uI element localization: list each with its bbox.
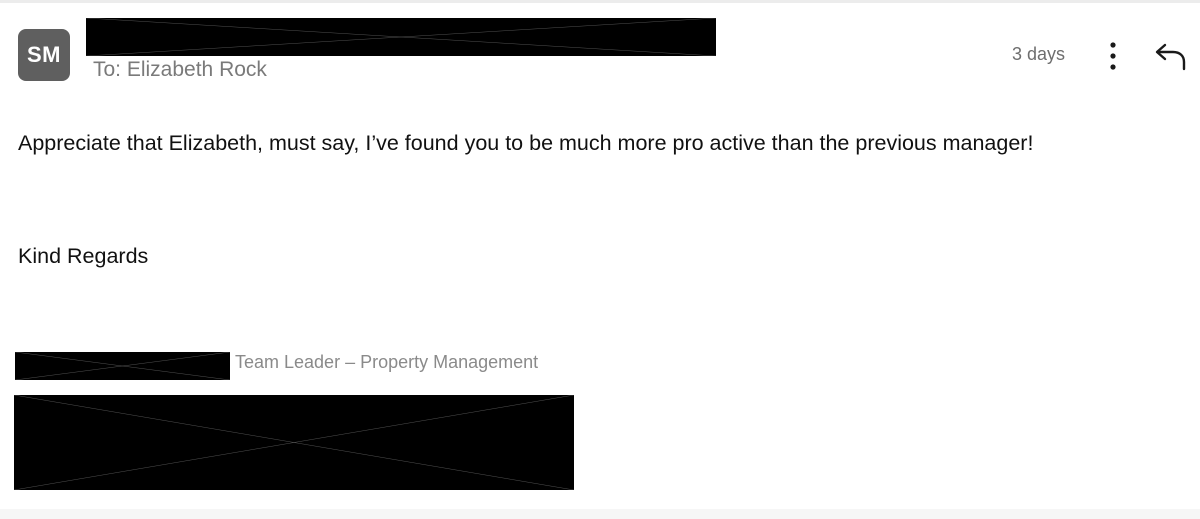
- avatar-initials: SM: [27, 42, 61, 67]
- message-signoff: Kind Regards: [18, 244, 149, 268]
- message-date: 3 days: [1012, 44, 1066, 64]
- more-options-button[interactable]: [1100, 38, 1126, 74]
- sender-avatar[interactable]: SM: [18, 29, 70, 81]
- redacted-sender-name: [86, 18, 716, 56]
- redacted-signature-name: [15, 352, 230, 380]
- more-vertical-icon: [1110, 42, 1116, 70]
- reply-icon: [1155, 43, 1186, 71]
- recipient-line: To: Elizabeth Rock: [93, 58, 267, 81]
- signature-title: Team Leader – Property Management: [235, 352, 539, 372]
- top-divider: [0, 0, 1200, 3]
- message-body: Appreciate that Elizabeth, must say, I’v…: [18, 131, 1034, 155]
- redacted-signature-image: [14, 395, 574, 490]
- reply-button[interactable]: [1153, 39, 1189, 73]
- bottom-edge: [0, 509, 1200, 519]
